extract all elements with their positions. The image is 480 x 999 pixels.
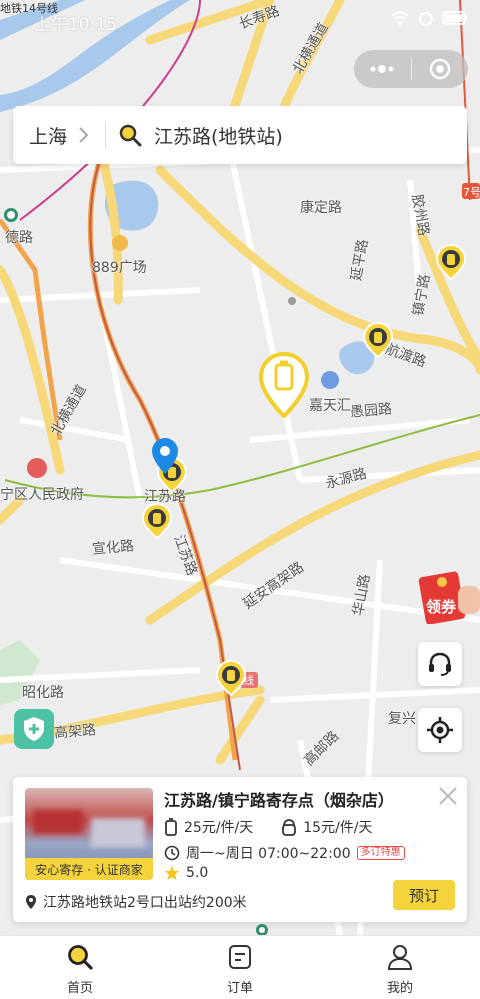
shield-plus-icon	[24, 717, 44, 741]
locate-me-button[interactable]	[418, 708, 462, 752]
tab-bar: 首页 订单 我的	[0, 935, 480, 999]
chevron-right-icon[interactable]	[77, 126, 89, 144]
wifi-icon	[391, 11, 409, 25]
map-label-jiatianhui: 嘉天汇	[309, 398, 351, 414]
alarm-icon	[419, 12, 433, 26]
large-item-price: 25元/件/天	[184, 820, 254, 836]
store-card[interactable]: 安心寄存 · 认证商家 江苏路/镇宁路寄存点（烟杂店） 25元/件/天 15元/…	[13, 777, 467, 922]
small-bag-icon	[282, 819, 297, 836]
storage-pin[interactable]	[436, 244, 466, 280]
headset-icon	[429, 652, 451, 676]
close-icon[interactable]	[437, 785, 459, 807]
map-label-plaza: 889广场	[92, 260, 147, 276]
tab-home-label: 首页	[66, 981, 93, 996]
store-name: 江苏路/镇宁路寄存点（烟杂店）	[164, 791, 394, 810]
rating-row: 5.0	[164, 865, 208, 881]
map-label-changning-gov: 宁区人民政府	[0, 487, 84, 503]
map-label-dezhe: 德路	[5, 230, 33, 246]
status-bar: 地铁14号线 上午10:15	[0, 0, 480, 40]
map-label-line7: 7号	[463, 186, 480, 199]
close-miniprogram-button[interactable]	[411, 50, 468, 88]
search-icon	[68, 945, 93, 970]
search-input[interactable]: 江苏路(地铁站)	[154, 122, 283, 149]
coupon-label: 领券	[426, 598, 457, 616]
map-label-zhaohua: 昭化路	[22, 685, 64, 701]
tab-orders[interactable]: 订单	[160, 936, 320, 999]
map-label-gaojia: 高架路	[53, 722, 97, 742]
map-label-yuyuan: 愚园路	[349, 401, 393, 421]
search-icon	[119, 124, 142, 147]
rating-value: 5.0	[186, 865, 209, 881]
more-button[interactable]	[354, 50, 411, 88]
map-label-xuanhua: 宣化路	[91, 538, 135, 558]
opening-hours: 周一~周日 07:00~22:00	[186, 846, 351, 862]
distance-row: 江苏路地铁站2号口出站约200米	[25, 892, 247, 912]
search-divider	[105, 122, 107, 148]
storage-pin[interactable]	[363, 322, 393, 358]
storage-pin[interactable]	[216, 660, 246, 696]
target-circle-icon	[429, 58, 450, 80]
tab-home[interactable]: 首页	[0, 936, 160, 999]
current-location-pin	[152, 438, 178, 474]
clock-icon	[164, 845, 180, 861]
map-label-kangding: 康定路	[300, 200, 342, 216]
coupon-button[interactable]: 领券	[418, 568, 480, 625]
status-time: 上午10:15	[34, 15, 117, 35]
small-item-price: 15元/件/天	[303, 820, 373, 836]
battery-icon	[442, 11, 467, 25]
miniprogram-capsule[interactable]	[354, 50, 468, 88]
storage-pin[interactable]	[142, 503, 172, 539]
status-icons	[390, 9, 468, 27]
city-selector[interactable]: 上海	[29, 122, 67, 149]
tab-orders-label: 订单	[226, 981, 253, 996]
star-icon	[165, 866, 179, 880]
location-icon	[26, 895, 36, 909]
price-row: 25元/件/天 15元/件/天	[164, 817, 373, 837]
promo-tag: 多订特惠	[356, 846, 405, 860]
certified-badge: 安心寄存 · 认证商家	[25, 858, 153, 880]
large-luggage-icon	[165, 818, 177, 836]
customer-service-button[interactable]	[418, 642, 462, 686]
more-dots-icon	[370, 65, 394, 73]
search-bar[interactable]: 上海 江苏路(地铁站)	[13, 106, 467, 164]
book-button[interactable]: 预订	[393, 880, 455, 910]
map-label-fuxing: 复兴	[388, 711, 416, 727]
crosshair-icon	[427, 717, 453, 743]
user-icon	[387, 945, 413, 970]
distance-text: 江苏路地铁站2号口出站约200米	[43, 895, 247, 911]
hours-row: 周一~周日 07:00~22:00 多订特惠	[164, 843, 405, 863]
center-location-pin	[259, 352, 309, 418]
tab-profile-label: 我的	[386, 981, 413, 996]
order-icon	[229, 945, 251, 969]
tab-profile[interactable]: 我的	[320, 936, 480, 999]
insurance-button[interactable]	[14, 709, 54, 749]
